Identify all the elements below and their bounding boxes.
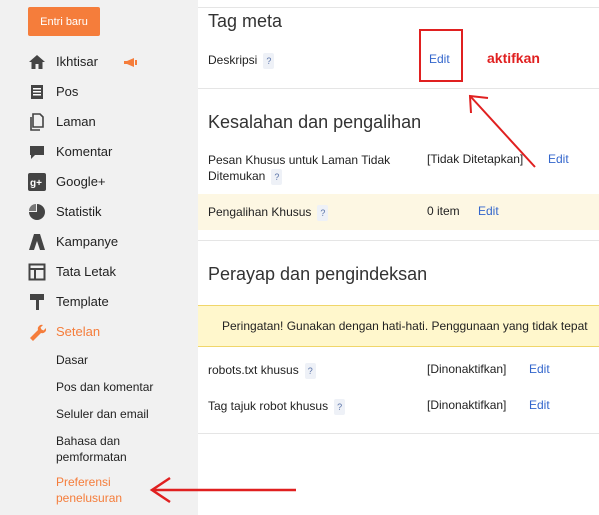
template-icon (30, 294, 44, 310)
sidebar-subitem-language-formatting[interactable]: Bahasa dan pemformatan (56, 433, 166, 465)
robots-txt-edit-link[interactable]: Edit (529, 362, 550, 376)
warning-banner: Peringatan! Gunakan dengan hati-hati. Pe… (198, 305, 599, 347)
custom-404-label-text: Pesan Khusus untuk Laman Tidak Ditemukan (208, 153, 391, 183)
sidebar-item-label: Statistik (56, 204, 102, 219)
sidebar-item-stats[interactable]: Statistik (0, 197, 198, 227)
new-post-button[interactable]: Entri baru (28, 7, 100, 36)
help-icon[interactable]: ? (317, 205, 329, 221)
google-plus-icon: g+ (28, 173, 46, 191)
robot-header-tags-edit-link[interactable]: Edit (529, 398, 550, 412)
campaigns-icon (29, 234, 45, 250)
section-divider (198, 240, 599, 241)
sidebar-item-layout[interactable]: Tata Letak (0, 257, 198, 287)
custom-404-label: Pesan Khusus untuk Laman Tidak Ditemukan… (208, 152, 423, 185)
custom-404-value: [Tidak Ditetapkan] (427, 152, 524, 166)
redirects-edit-link[interactable]: Edit (478, 204, 499, 218)
sidebar-item-label: Laman (56, 114, 96, 129)
sidebar-subitem-mobile-email[interactable]: Seluler dan email (56, 406, 149, 422)
description-label: Deskripsi? (208, 52, 275, 69)
sidebar-item-settings[interactable]: Setelan (0, 317, 198, 347)
robots-txt-value: [Dinonaktifkan] (427, 362, 507, 376)
layout-icon (28, 263, 46, 281)
help-icon[interactable]: ? (271, 169, 283, 185)
sidebar-item-campaigns[interactable]: Kampanye (0, 227, 198, 257)
meta-tags-title: Tag meta (208, 11, 283, 31)
sidebar-nav: Ikhtisar Pos Laman Komentar g+ Google+ S… (0, 47, 198, 347)
sidebar-item-google-plus[interactable]: g+ Google+ (0, 167, 198, 197)
sidebar-item-label: Google+ (56, 174, 106, 189)
sidebar-item-label: Setelan (56, 324, 101, 339)
robot-header-tags-value: [Dinonaktifkan] (427, 398, 507, 412)
sidebar-item-label: Template (56, 294, 109, 309)
stats-icon (29, 204, 45, 220)
sidebar-item-label: Tata Letak (56, 264, 116, 279)
help-icon[interactable]: ? (263, 53, 275, 69)
main-content: Tag meta Deskripsi? Edit Kesalahan dan p… (198, 0, 599, 515)
warning-text: Peringatan! Gunakan dengan hati-hati. Pe… (222, 319, 588, 333)
robots-txt-label-text: robots.txt khusus (208, 363, 299, 377)
help-icon[interactable]: ? (304, 363, 316, 379)
posts-icon (31, 85, 43, 99)
sidebar-item-pages[interactable]: Laman (0, 107, 198, 137)
sidebar-subitem-posts-comments[interactable]: Pos dan komentar (56, 379, 153, 395)
help-icon[interactable]: ? (334, 399, 346, 415)
crawl-index-title: Perayap dan pengindeksan (208, 264, 428, 284)
custom-404-edit-link[interactable]: Edit (548, 152, 569, 166)
comments-icon (30, 146, 44, 159)
sidebar-item-label: Pos (56, 84, 79, 99)
sidebar-subitem-search-preferences[interactable]: Preferensi penelusuran (56, 474, 151, 506)
sidebar-item-overview[interactable]: Ikhtisar (0, 47, 198, 77)
redirects-label: Pengalihan Khusus? (208, 204, 329, 221)
sidebar-item-comments[interactable]: Komentar (0, 137, 198, 167)
redirects-value: 0 item (427, 204, 460, 218)
annotation-highlight-box (419, 29, 463, 82)
redirects-label-text: Pengalihan Khusus (208, 205, 312, 219)
section-divider (198, 88, 599, 89)
sidebar-item-label: Komentar (56, 144, 113, 159)
robots-txt-label: robots.txt khusus? (208, 362, 316, 379)
sidebar-item-label: Kampanye (56, 234, 119, 249)
sidebar-item-label: Ikhtisar (56, 54, 98, 69)
sidebar: Entri baru Ikhtisar Pos Laman Komentar g… (0, 0, 198, 515)
wrench-icon (30, 324, 46, 341)
home-icon (29, 55, 45, 69)
robot-header-tags-label: Tag tajuk robot khusus? (208, 398, 346, 415)
annotation-label: aktifkan (487, 50, 540, 66)
svg-text:g+: g+ (30, 178, 42, 189)
robot-header-tags-label-text: Tag tajuk robot khusus (208, 399, 329, 413)
section-divider (198, 433, 599, 434)
errors-redirects-title: Kesalahan dan pengalihan (208, 112, 422, 132)
megaphone-icon (124, 58, 137, 67)
description-label-text: Deskripsi (208, 53, 258, 67)
sidebar-subitem-basic[interactable]: Dasar (56, 352, 88, 368)
sidebar-item-template[interactable]: Template (0, 287, 198, 317)
pages-icon (30, 113, 44, 131)
sidebar-item-posts[interactable]: Pos (0, 77, 198, 107)
